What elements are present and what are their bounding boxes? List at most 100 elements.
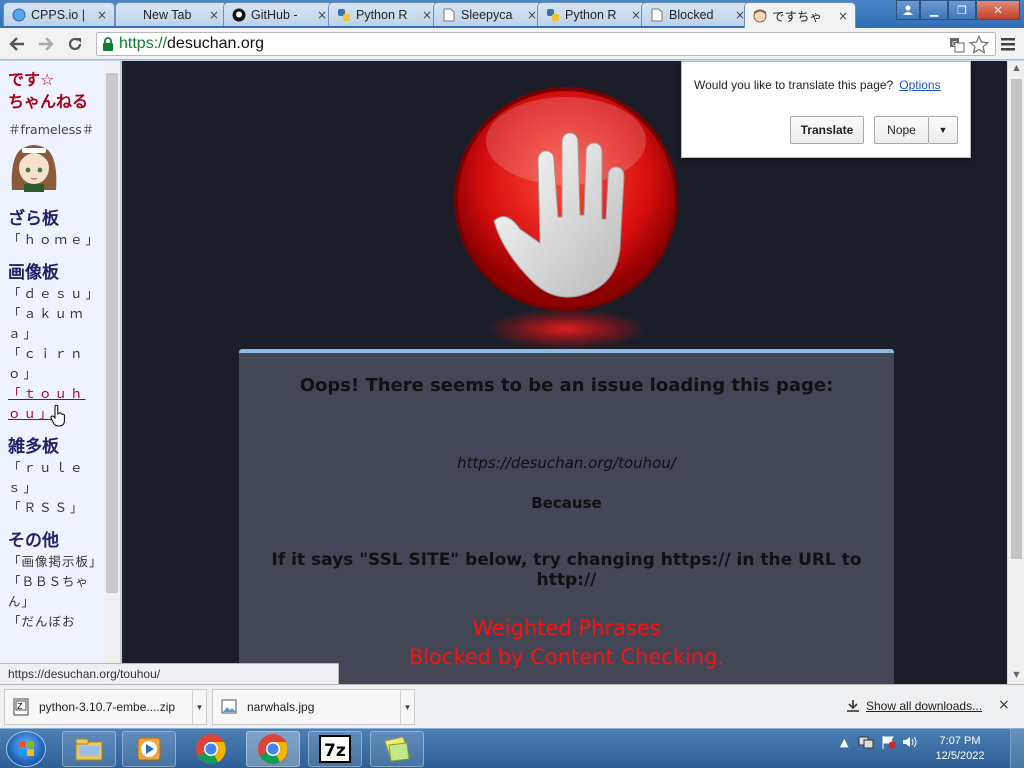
back-button[interactable] [6, 34, 28, 54]
translate-button[interactable]: Translate [790, 116, 864, 144]
tab-close-button[interactable]: × [316, 8, 328, 22]
show-desktop-button[interactable] [1010, 729, 1024, 768]
tab-close-button[interactable]: × [208, 8, 220, 22]
download-menu-button[interactable]: ▼ [192, 690, 206, 724]
blocked-url: https://desuchan.org/touhou/ [457, 454, 676, 472]
section-heading-misc: 雑多板 [8, 437, 59, 457]
clock-time: 7:07 PM [939, 735, 981, 747]
user-icon [903, 5, 913, 15]
taskbar-7zip[interactable]: 7z [308, 731, 362, 767]
taskbar-chrome[interactable] [184, 731, 238, 767]
globe-icon [12, 8, 26, 22]
block-reason-line1: Weighted Phrases [472, 616, 661, 640]
forward-arrow-icon [39, 37, 54, 51]
minimize-button[interactable]: ▁ [920, 0, 948, 20]
sidebar-link-akuma[interactable]: 「ａｋｕｍａ」 [8, 304, 98, 344]
site-title-line1: です☆ [8, 70, 55, 89]
sidebar-link-rules[interactable]: 「ｒｕｌｅｓ」 [8, 458, 98, 498]
maximize-button[interactable]: ❐ [948, 0, 976, 20]
tray-expand-icon[interactable]: ▲ [840, 736, 848, 749]
action-center-flag-icon[interactable] [880, 735, 896, 749]
close-window-button[interactable]: ✕ [976, 0, 1020, 20]
scroll-down-icon[interactable]: ▼ [1011, 670, 1022, 682]
show-all-downloads-link[interactable]: Show all downloads... [846, 699, 982, 713]
reload-icon [68, 37, 82, 51]
sidebar-link-home[interactable]: 「ｈｏｍｅ」 [8, 230, 98, 250]
page-scrollbar[interactable]: ▲ ▼ [1007, 61, 1024, 684]
hamburger-menu-icon[interactable] [1000, 36, 1016, 52]
page-icon [124, 8, 138, 22]
because-label: Because [531, 494, 602, 512]
sidebar-link-rss[interactable]: 「ＲＳＳ」 [8, 498, 98, 518]
sidebar-link-bbs[interactable]: 「ＢＢＳちゃん」 [8, 572, 98, 612]
sidebar-link-cirno[interactable]: 「ｃｉｒｎｏ」 [8, 344, 98, 384]
tab-github[interactable]: GitHub - × [223, 2, 335, 26]
tab-sleepycat[interactable]: Sleepyca × [433, 2, 545, 26]
address-scheme: https:// [119, 35, 168, 52]
taskbar-chrome-active[interactable] [246, 731, 300, 767]
caret-down-icon: ▼ [195, 702, 204, 712]
tab-new-tab[interactable]: New Tab × [115, 2, 227, 26]
volume-icon[interactable] [902, 735, 918, 749]
system-clock[interactable]: 7:07 PM 12/5/2022 [930, 734, 990, 764]
network-icon[interactable] [858, 735, 874, 749]
tab-close-button[interactable]: × [421, 8, 433, 22]
nope-dropdown-button[interactable]: ▼ [928, 116, 958, 144]
reload-button[interactable] [64, 34, 86, 54]
forward-button[interactable] [35, 34, 57, 54]
translate-question: Would you like to translate this page? Op… [694, 78, 941, 92]
translate-icon[interactable]: G [949, 37, 965, 53]
page-viewport: です☆ ちゃんねる ＃frameless＃ ざら板 「ｈｏｍｅ」 画像板 「ｄｅ… [0, 61, 1024, 684]
zip-icon: Z [13, 698, 29, 716]
minimize-icon: ▁ [929, 3, 939, 17]
tab-close-button[interactable]: × [837, 9, 849, 23]
user-profile-button[interactable] [896, 0, 920, 20]
hand-cursor-icon [50, 405, 65, 427]
close-download-shelf-button[interactable]: × [998, 697, 1010, 713]
tab-python[interactable]: Python R × [328, 2, 440, 26]
address-host: desuchan.org [167, 35, 264, 52]
tab-close-button[interactable]: × [96, 8, 108, 22]
taskbar-sticky-notes[interactable] [370, 731, 424, 767]
page-scroll-thumb[interactable] [1011, 79, 1022, 559]
taskbar-explorer[interactable] [62, 731, 116, 767]
tab-strip: CPPS.io | × New Tab × GitHub - × Python … [0, 0, 1024, 28]
sidebar-scroll-thumb[interactable] [106, 73, 118, 593]
blocked-title: Oops! There seems to be an issue loading… [299, 375, 834, 396]
download-menu-button[interactable]: ▼ [400, 690, 414, 724]
tab-python-2[interactable]: Python R × [537, 2, 649, 26]
address-bar[interactable]: https://desuchan.org G [96, 32, 996, 56]
page-icon [650, 8, 664, 22]
mascot-avatar [11, 145, 57, 192]
translate-options-link[interactable]: Options [899, 78, 940, 92]
sidebar-link-danbooru[interactable]: 「だんぼお [8, 612, 98, 632]
link-status-bubble: https://desuchan.org/touhou/ [0, 663, 339, 684]
clock-date: 12/5/2022 [935, 750, 985, 762]
address-url: https://desuchan.org [119, 35, 264, 53]
tab-blocked[interactable]: Blocked × [641, 2, 753, 26]
svg-text:7z: 7z [324, 741, 346, 761]
sidebar-link-desu[interactable]: 「ｄｅｓｕ」 [8, 284, 98, 304]
python-icon [546, 8, 560, 22]
tab-cpps[interactable]: CPPS.io | × [3, 2, 115, 26]
start-button[interactable] [6, 731, 46, 767]
caret-down-icon: ▼ [403, 702, 412, 712]
bookmark-star-icon[interactable] [969, 35, 989, 55]
scroll-up-icon[interactable]: ▲ [1011, 63, 1022, 75]
sidebar-scrollbar[interactable] [104, 61, 120, 684]
section-heading-other: その他 [8, 531, 59, 551]
download-item-narwhals[interactable]: narwhals.jpg ▼ [212, 689, 415, 725]
nope-button[interactable]: Nope [874, 116, 928, 144]
tab-title: Blocked [669, 7, 714, 22]
tab-desuchan[interactable]: ですちゃ × [744, 2, 856, 28]
taskbar-media-player[interactable] [122, 731, 176, 767]
sidebar-link-imageboard[interactable]: 「画像掲示板」 [8, 552, 102, 572]
section-heading-image: 画像板 [8, 263, 59, 283]
tab-title: ですちゃ [772, 10, 823, 24]
download-item-python[interactable]: Z python-3.10.7-embe....zip ▼ [4, 689, 207, 725]
windows-taskbar: 7z ▲ 7:07 PM 12/5/2022 [0, 728, 1024, 768]
download-arrow-icon [847, 700, 859, 712]
7zip-icon: 7z [319, 735, 351, 763]
github-icon [232, 8, 246, 22]
explorer-icon [75, 738, 103, 761]
